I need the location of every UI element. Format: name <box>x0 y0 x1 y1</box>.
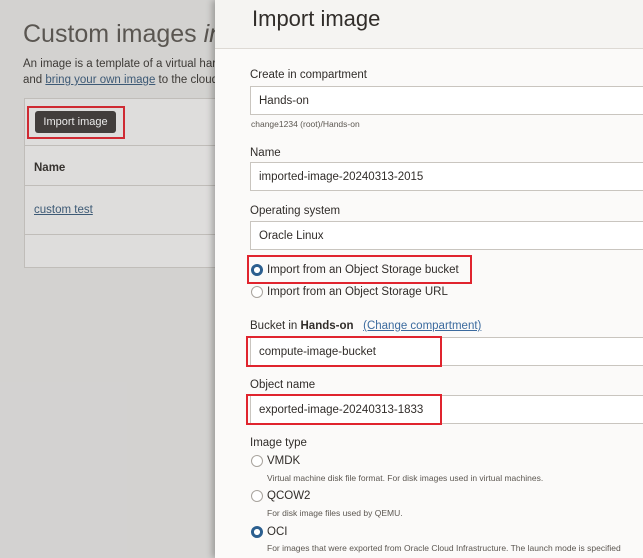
object-name-label: Object name <box>250 379 316 391</box>
compartment-value: Hands-on <box>259 94 309 107</box>
os-value: Oracle Linux <box>259 229 324 242</box>
import-image-panel: Import image Create in compartment Hands… <box>215 0 643 558</box>
radio-selected-icon <box>251 526 263 538</box>
compartment-path: change1234 (root)/Hands-on <box>251 119 360 129</box>
os-label: Operating system <box>250 205 341 217</box>
highlight-object-name <box>246 394 442 425</box>
radio-label: OCI <box>267 526 288 538</box>
highlight-bucket-field <box>246 336 442 367</box>
highlight-bucket-option <box>247 255 472 284</box>
radio-label: VMDK <box>267 455 301 467</box>
qcow2-description: For disk image files used by QEMU. <box>267 508 403 518</box>
radio-unselected-icon <box>251 490 263 502</box>
radio-unselected-icon <box>251 286 263 298</box>
compartment-label: Create in compartment <box>250 69 367 81</box>
name-label: Name <box>250 147 281 159</box>
radio-label: QCOW2 <box>267 490 311 502</box>
panel-header: Import image <box>215 0 643 49</box>
vmdk-description: Virtual machine disk file format. For di… <box>267 473 544 483</box>
change-compartment-link[interactable]: (Change compartment) <box>363 320 481 332</box>
radio-oci[interactable]: OCI <box>251 526 287 538</box>
compartment-select[interactable]: Hands-on <box>250 86 643 115</box>
os-select[interactable]: Oracle Linux <box>250 221 643 250</box>
bucket-label: Bucket in Hands-on (Change compartment) <box>250 320 482 332</box>
panel-title: Import image <box>252 6 381 31</box>
radio-qcow2[interactable]: QCOW2 <box>251 490 310 502</box>
name-input[interactable]: imported-image-20240313-2015 <box>250 162 643 191</box>
image-type-label: Image type <box>250 437 307 449</box>
overlay-scrim <box>0 0 215 558</box>
name-value: imported-image-20240313-2015 <box>259 170 424 183</box>
radio-label: Import from an Object Storage URL <box>267 286 448 298</box>
radio-import-url[interactable]: Import from an Object Storage URL <box>251 286 448 298</box>
radio-unselected-icon <box>251 455 263 467</box>
radio-vmdk[interactable]: VMDK <box>251 455 300 467</box>
oci-description: For images that were exported from Oracl… <box>267 543 621 553</box>
